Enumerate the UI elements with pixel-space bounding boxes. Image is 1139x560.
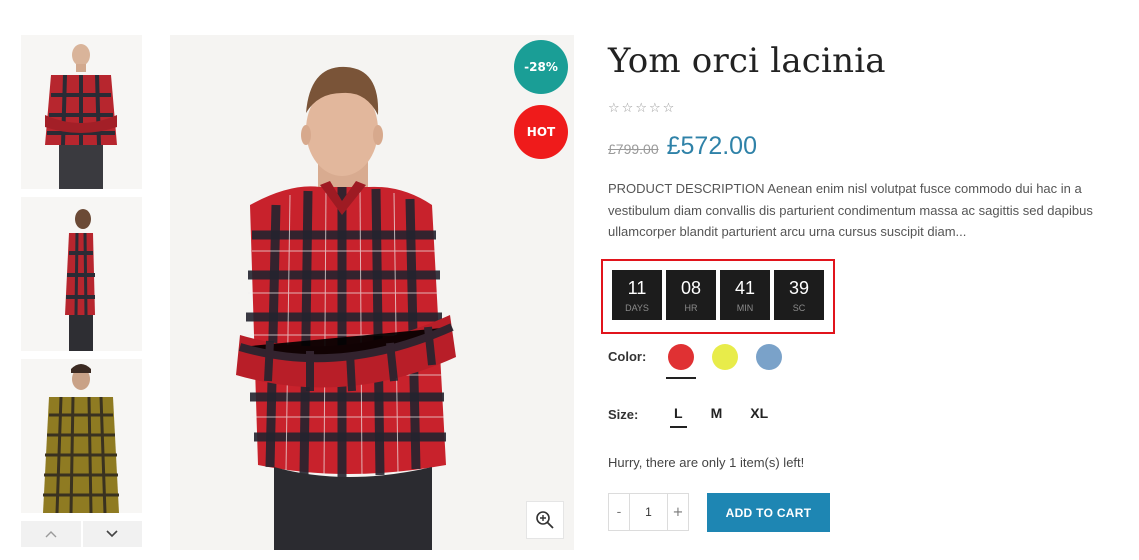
thumbnail-red-plaid-front[interactable] bbox=[21, 35, 142, 189]
rating-stars[interactable]: ☆ ☆ ☆ ☆ ☆ bbox=[608, 101, 1128, 116]
size-option-m[interactable]: M bbox=[707, 405, 727, 428]
quantity-stepper: - 1 + bbox=[608, 493, 689, 531]
countdown-minutes-value: 41 bbox=[734, 278, 756, 298]
quantity-increase-button[interactable]: + bbox=[668, 494, 688, 530]
main-product-image: -28% HOT bbox=[170, 35, 574, 550]
countdown-hours-label: HR bbox=[684, 303, 698, 313]
color-label: Color: bbox=[608, 349, 647, 364]
color-swatches bbox=[666, 344, 782, 379]
thumbnail-image bbox=[21, 359, 142, 513]
thumbnail-red-plaid-side[interactable] bbox=[21, 197, 142, 351]
countdown-hours: 08 HR bbox=[666, 270, 716, 320]
hot-badge: HOT bbox=[514, 105, 568, 159]
size-option-xl[interactable]: XL bbox=[746, 405, 772, 428]
product-info: Yom orci lacinia ☆ ☆ ☆ ☆ ☆ £799.00 £572.… bbox=[608, 35, 1128, 243]
star-icon: ☆ bbox=[648, 101, 661, 116]
color-swatch-blue[interactable] bbox=[756, 344, 782, 370]
product-description: PRODUCT DESCRIPTION Aenean enim nisl vol… bbox=[608, 181, 1093, 239]
countdown-timer: 11 DAYS 08 HR 41 MIN 39 SC bbox=[601, 259, 835, 334]
chevron-up-icon bbox=[45, 531, 57, 538]
thumbnail-list bbox=[21, 35, 142, 521]
thumbnail-yellow-plaid-front[interactable] bbox=[21, 359, 142, 513]
stock-message: Hurry, there are only 1 item(s) left! bbox=[608, 455, 805, 470]
size-options: L M XL bbox=[670, 405, 772, 428]
old-price: £799.00 bbox=[608, 141, 659, 157]
color-swatch-red[interactable] bbox=[666, 344, 696, 379]
add-to-cart-button[interactable]: ADD TO CART bbox=[707, 493, 830, 532]
quantity-input[interactable]: 1 bbox=[629, 494, 668, 530]
zoom-in-icon bbox=[536, 511, 554, 529]
size-label: Size: bbox=[608, 407, 639, 422]
thumbnail-next-button[interactable] bbox=[82, 521, 142, 547]
thumbnail-image bbox=[21, 35, 142, 189]
sale-badge: -28% bbox=[514, 40, 568, 94]
countdown-seconds-value: 39 bbox=[788, 278, 810, 298]
price-row: £799.00 £572.00 bbox=[608, 132, 1128, 161]
size-option-l[interactable]: L bbox=[670, 405, 687, 428]
star-icon: ☆ bbox=[608, 101, 620, 116]
star-icon: ☆ bbox=[635, 101, 647, 116]
countdown-seconds-label: SC bbox=[792, 303, 806, 313]
product-photo bbox=[170, 35, 574, 550]
thumbnail-nav bbox=[21, 521, 142, 547]
countdown-minutes-label: MIN bbox=[736, 303, 754, 313]
countdown-minutes: 41 MIN bbox=[720, 270, 770, 320]
current-price: £572.00 bbox=[666, 132, 757, 160]
chevron-down-icon bbox=[106, 530, 118, 538]
countdown-seconds: 39 SC bbox=[774, 270, 824, 320]
countdown-days-value: 11 bbox=[627, 278, 647, 298]
product-title: Yom orci lacinia bbox=[608, 41, 886, 81]
zoom-button[interactable] bbox=[526, 501, 564, 539]
countdown-hours-value: 08 bbox=[680, 278, 702, 298]
countdown-days-label: DAYS bbox=[625, 303, 649, 313]
star-icon: ☆ bbox=[621, 101, 634, 116]
star-icon: ☆ bbox=[662, 101, 675, 116]
color-swatch-yellow[interactable] bbox=[712, 344, 738, 370]
thumbnail-image bbox=[21, 197, 142, 351]
countdown-days: 11 DAYS bbox=[612, 270, 662, 320]
quantity-decrease-button[interactable]: - bbox=[609, 494, 629, 530]
thumbnail-prev-button[interactable] bbox=[21, 521, 81, 547]
